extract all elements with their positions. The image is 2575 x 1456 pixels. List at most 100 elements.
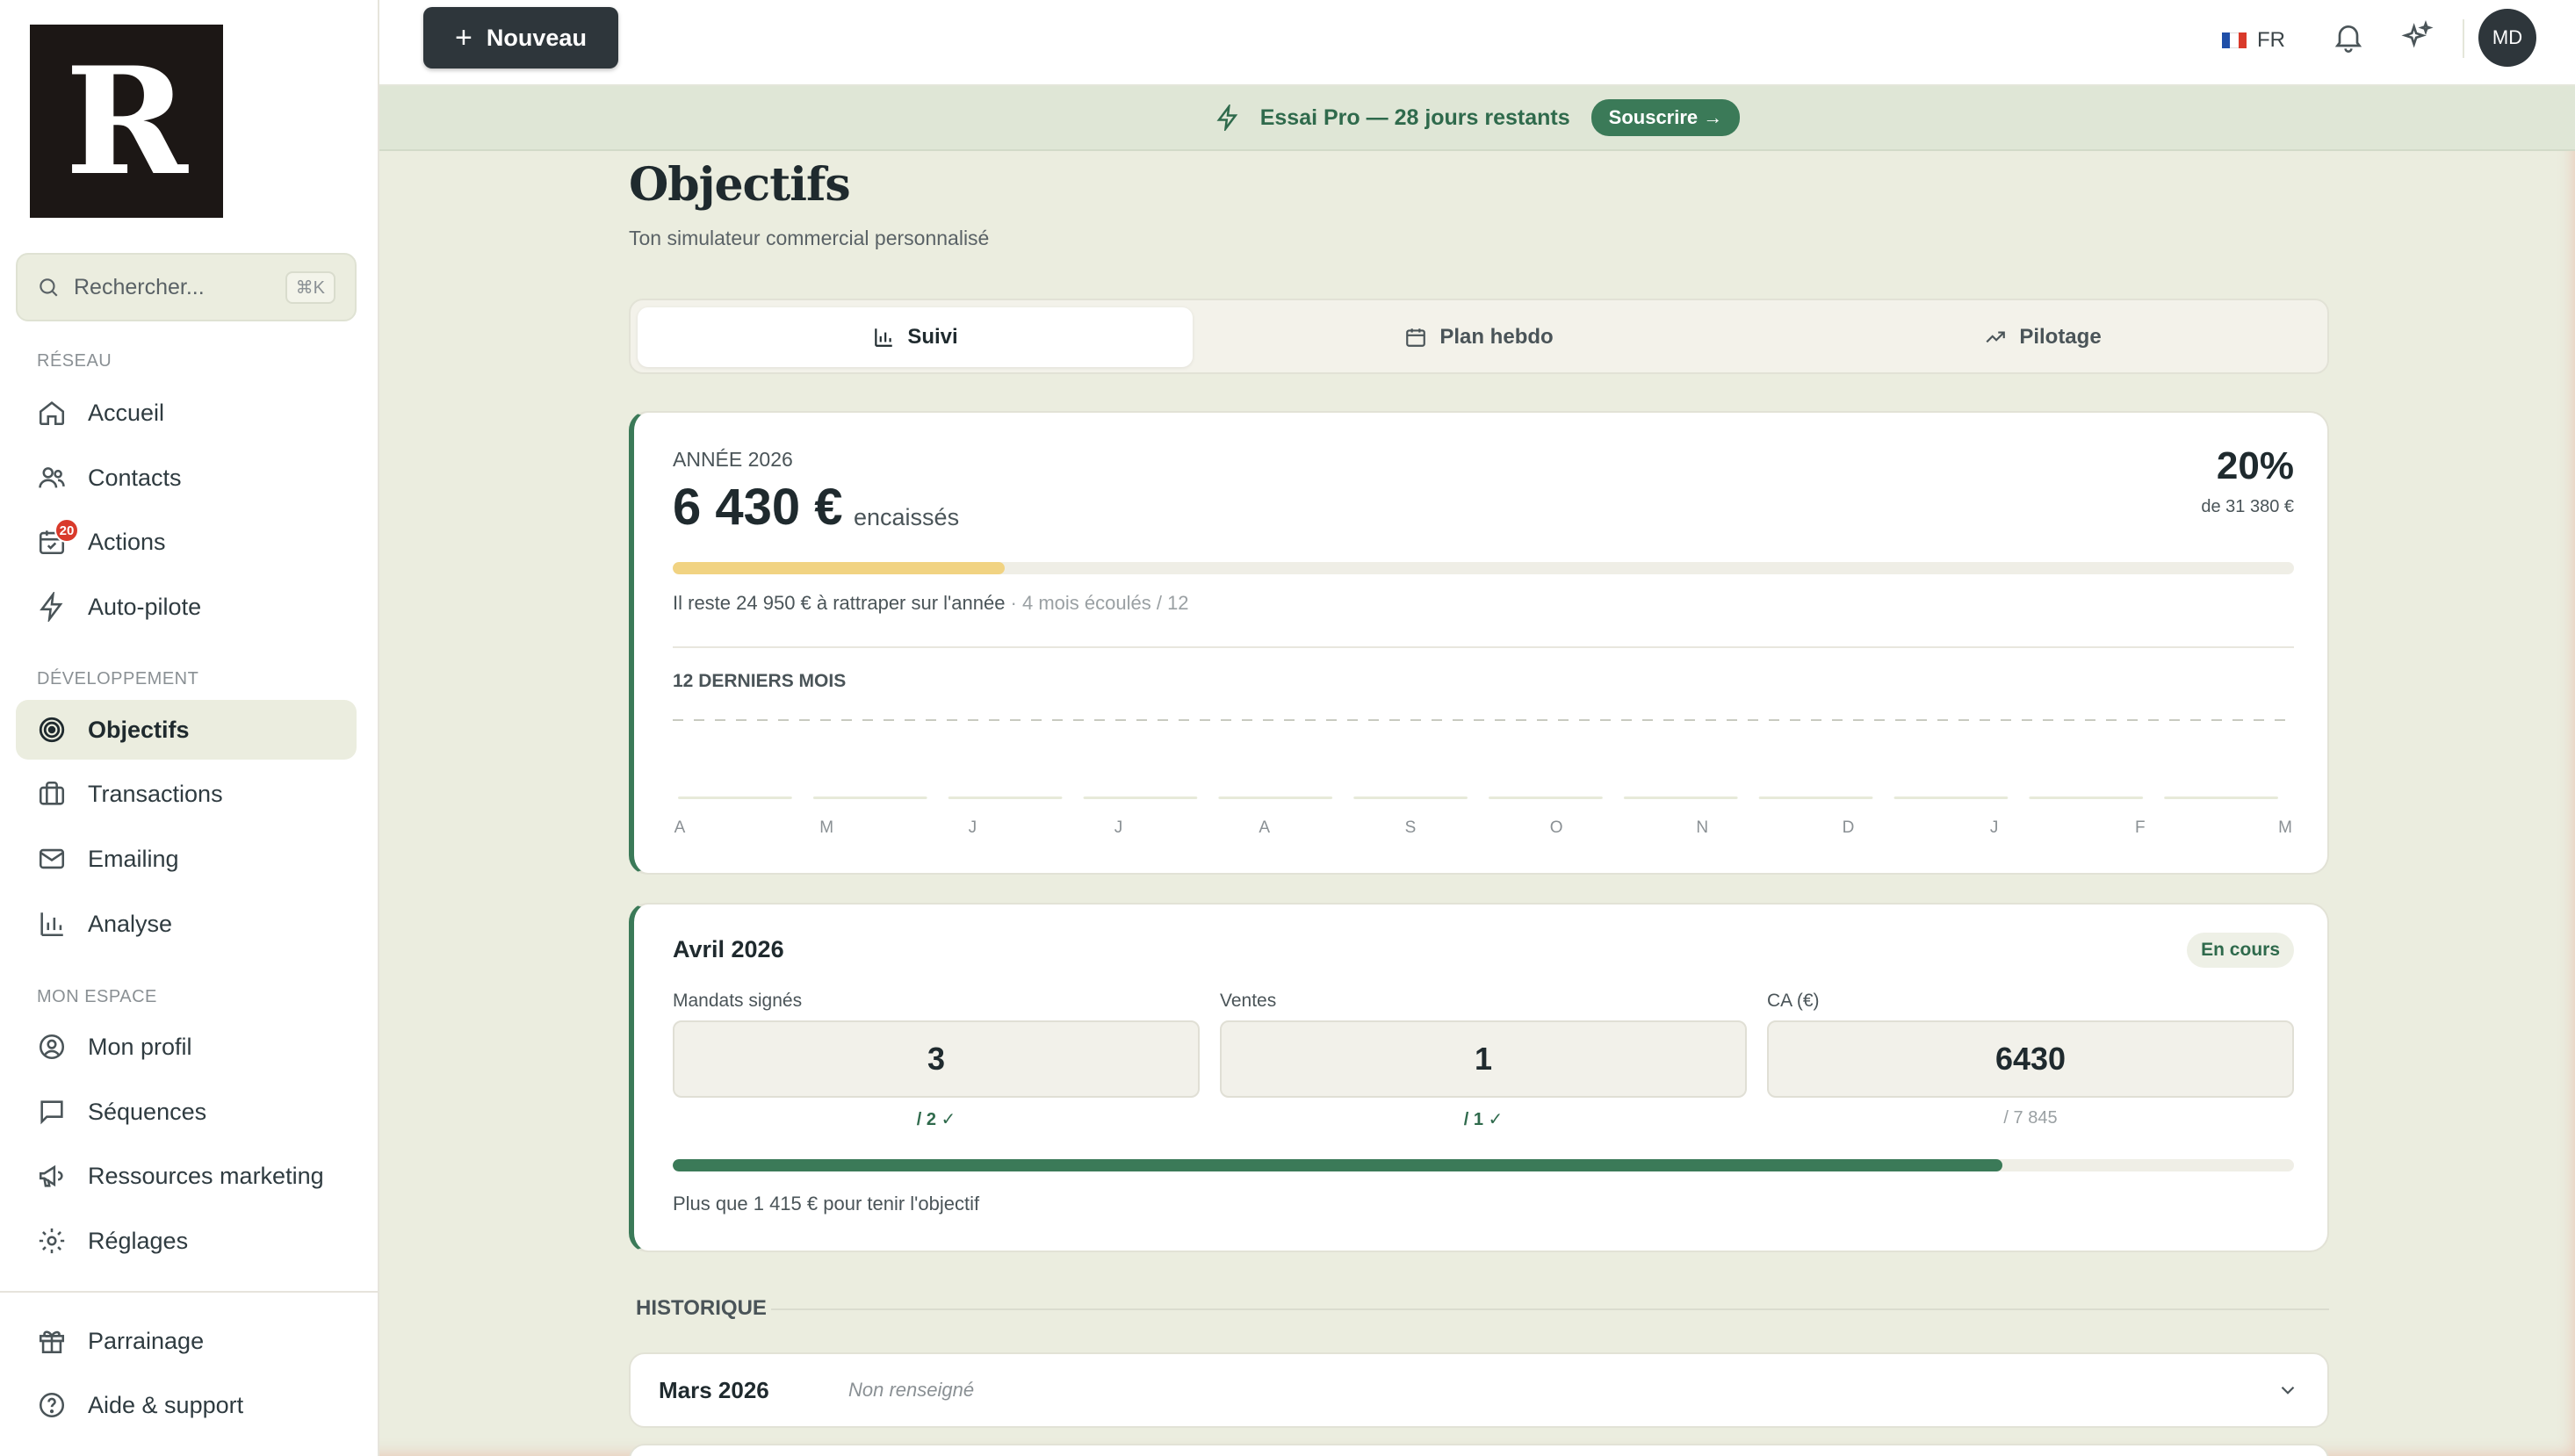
sidebar-item-emailing[interactable]: Emailing bbox=[16, 829, 357, 889]
sidebar-item-label: Transactions bbox=[88, 780, 223, 807]
kpi-target-ca: / 7 845 bbox=[2003, 1108, 2058, 1128]
chart-bar bbox=[2029, 796, 2144, 799]
chart-bar bbox=[1758, 796, 1873, 799]
chart-bar bbox=[1623, 796, 1738, 799]
actions-badge: 20 bbox=[54, 518, 79, 543]
briefcase-icon bbox=[37, 779, 67, 809]
sidebar-item-label: Aide & support bbox=[88, 1391, 244, 1418]
chart-x-label: D bbox=[1843, 818, 1855, 837]
sidebar: R Rechercher... ⌘K RÉSEAU Accueil Contac… bbox=[0, 0, 379, 1456]
plus-icon: + bbox=[455, 21, 472, 54]
section-label-mon-espace: MON ESPACE bbox=[37, 987, 157, 1006]
year-elapsed-text: · 4 mois écoulés / 12 bbox=[1005, 592, 1189, 614]
history-row[interactable] bbox=[629, 1444, 2329, 1456]
month-card: Avril 2026 En cours Mandats signés 3 / 2… bbox=[629, 903, 2329, 1252]
sidebar-item-label: Parrainage bbox=[88, 1327, 205, 1354]
sidebar-item-ressources-marketing[interactable]: Ressources marketing bbox=[16, 1146, 357, 1206]
tab-pilotage[interactable]: Pilotage bbox=[1765, 307, 2320, 367]
year-amount-suffix: encaissés bbox=[854, 504, 960, 530]
sidebar-item-mon-profil[interactable]: Mon profil bbox=[16, 1017, 357, 1077]
chart-bar bbox=[1489, 796, 1603, 799]
sidebar-item-label: Emailing bbox=[88, 845, 179, 872]
kpi-input-mandats[interactable]: 3 bbox=[673, 1020, 1200, 1098]
target-icon bbox=[37, 715, 67, 745]
kpi-label-ventes: Ventes bbox=[1220, 991, 1277, 1011]
search-input[interactable]: Rechercher... ⌘K bbox=[16, 253, 357, 321]
year-remaining-text: Il reste 24 950 € à rattraper sur l'anné… bbox=[673, 592, 1006, 614]
sidebar-item-label: Actions bbox=[88, 528, 166, 555]
year-summary-card: ANNÉE 2026 6 430 € encaissés 20% de 31 3… bbox=[629, 411, 2329, 875]
sidebar-item-analyse[interactable]: Analyse bbox=[16, 894, 357, 954]
chart-x-label: S bbox=[1405, 818, 1417, 837]
year-progress-fill bbox=[673, 562, 1006, 574]
sidebar-item-auto-pilote[interactable]: Auto-pilote bbox=[16, 577, 357, 637]
gift-icon bbox=[37, 1326, 67, 1356]
history-label: HISTORIQUE bbox=[636, 1296, 767, 1320]
history-row[interactable]: Mars 2026 Non renseigné bbox=[629, 1352, 2329, 1428]
year-target-total: de 31 380 € bbox=[2201, 497, 2294, 516]
sparkles-icon[interactable] bbox=[2399, 19, 2434, 54]
sidebar-item-transactions[interactable]: Transactions bbox=[16, 764, 357, 824]
chart-bar bbox=[1353, 796, 1468, 799]
month-progress-fill bbox=[673, 1159, 2002, 1171]
year-progress-bar bbox=[673, 562, 2294, 574]
sidebar-item-actions[interactable]: 20 Actions bbox=[16, 512, 357, 572]
chart-x-label: J bbox=[969, 818, 977, 837]
bolt-icon bbox=[37, 590, 67, 623]
sidebar-item-accueil[interactable]: Accueil bbox=[16, 383, 357, 443]
megaphone-icon bbox=[37, 1161, 67, 1191]
chart-x-label: M bbox=[819, 818, 833, 837]
sidebar-item-label: Mon profil bbox=[88, 1033, 192, 1060]
month-note: Plus que 1 415 € pour tenir l'objectif bbox=[673, 1193, 980, 1215]
topbar-separator bbox=[2463, 19, 2464, 58]
chart-bar bbox=[2164, 796, 2278, 799]
month-progress-bar bbox=[673, 1159, 2294, 1171]
sidebar-item-contacts[interactable]: Contacts bbox=[16, 448, 357, 508]
chart-x-label: N bbox=[1696, 818, 1708, 837]
trial-text: Essai Pro — 28 jours restants bbox=[1259, 105, 1570, 130]
sidebar-item-label: Réglages bbox=[88, 1227, 189, 1254]
year-label: ANNÉE 2026 bbox=[673, 448, 793, 471]
language-selector[interactable]: FR bbox=[2222, 23, 2285, 58]
history-divider bbox=[771, 1308, 2329, 1310]
sidebar-item-label: Séquences bbox=[88, 1098, 207, 1125]
tab-plan-hebdo[interactable]: Plan hebdo bbox=[1201, 307, 1756, 367]
gear-icon bbox=[37, 1226, 67, 1256]
chart-bar bbox=[1893, 796, 2009, 799]
new-button[interactable]: + Nouveau bbox=[423, 7, 618, 68]
topbar: + Nouveau FR MD bbox=[379, 0, 2575, 86]
tab-suivi[interactable]: Suivi bbox=[638, 307, 1193, 367]
chart-label: 12 DERNIERS MOIS bbox=[673, 671, 847, 691]
kpi-input-ca[interactable]: 6430 bbox=[1767, 1020, 2294, 1098]
bolt-icon bbox=[1216, 105, 1237, 131]
flag-fr-icon bbox=[2222, 32, 2247, 48]
avatar[interactable]: MD bbox=[2478, 9, 2536, 67]
chart-x-label: J bbox=[1114, 818, 1123, 837]
brand-logo[interactable]: R bbox=[30, 25, 223, 218]
subscribe-button[interactable]: Souscrire → bbox=[1590, 99, 1741, 136]
kpi-input-ventes[interactable]: 1 bbox=[1220, 1020, 1747, 1098]
home-icon bbox=[37, 398, 67, 428]
chart-x-label: F bbox=[2135, 818, 2146, 837]
sidebar-item-parrainage[interactable]: Parrainage bbox=[16, 1311, 357, 1371]
kpi-label-mandats: Mandats signés bbox=[673, 991, 803, 1011]
bell-icon[interactable] bbox=[2331, 19, 2366, 54]
sidebar-item-sequences[interactable]: Séquences bbox=[16, 1082, 357, 1142]
sidebar-item-aide-support[interactable]: Aide & support bbox=[16, 1375, 357, 1435]
chart-bar bbox=[948, 796, 1063, 799]
sidebar-item-objectifs[interactable]: Objectifs bbox=[16, 700, 357, 760]
chart-x-label: A bbox=[674, 818, 686, 837]
user-circle-icon bbox=[37, 1032, 67, 1062]
card-divider bbox=[673, 646, 2294, 648]
page-subtitle: Ton simulateur commercial personnalisé bbox=[629, 227, 990, 249]
year-remaining: Il reste 24 950 € à rattraper sur l'anné… bbox=[673, 592, 1189, 615]
status-badge: En cours bbox=[2187, 933, 2294, 968]
users-icon bbox=[37, 463, 67, 493]
app-frame: R Rechercher... ⌘K RÉSEAU Accueil Contac… bbox=[0, 0, 2575, 1456]
chart-x-label: J bbox=[1990, 818, 1999, 837]
sidebar-item-reglages[interactable]: Réglages bbox=[16, 1211, 357, 1271]
mail-icon bbox=[37, 844, 67, 874]
chart-x-label: M bbox=[2278, 818, 2292, 837]
kpi-label-ca: CA (€) bbox=[1767, 991, 1820, 1011]
year-amount: 6 430 € bbox=[673, 479, 843, 536]
